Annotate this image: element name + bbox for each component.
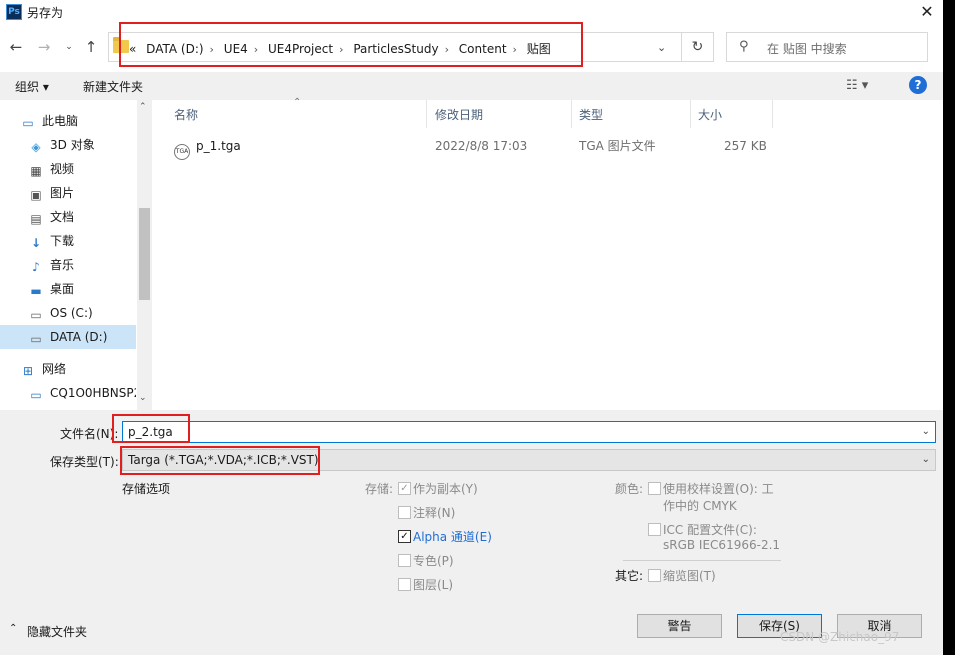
computer-icon: ▭ bbox=[22, 116, 34, 130]
filetype-label: 保存类型(T): bbox=[50, 455, 119, 469]
tga-file-icon: TGA bbox=[174, 144, 190, 160]
forward-arrow-icon[interactable]: → bbox=[35, 37, 53, 57]
back-arrow-icon[interactable]: ← bbox=[7, 37, 25, 57]
storage-label: 存储: bbox=[365, 482, 394, 496]
hide-folders-link[interactable]: 隐藏文件夹 bbox=[27, 623, 87, 640]
organize-menu-button[interactable]: 组织 ▾ bbox=[15, 78, 49, 95]
column-header-size[interactable]: 大小 bbox=[698, 100, 722, 128]
proof-setup-checkbox[interactable] bbox=[648, 482, 661, 495]
sort-ascending-icon: ⌃ bbox=[293, 97, 302, 108]
proof-setup-label: 使用校样设置(O): 工 bbox=[663, 482, 774, 496]
color-label: 颜色: bbox=[615, 482, 644, 496]
network-icon: ⊞ bbox=[22, 364, 34, 378]
window-title: 另存为 bbox=[27, 6, 64, 20]
column-divider[interactable] bbox=[690, 100, 691, 128]
alpha-channel-label: Alpha 通道(E) bbox=[413, 530, 492, 544]
recent-locations-chevron-icon[interactable]: ⌄ bbox=[60, 37, 78, 57]
desktop-icon: ▬ bbox=[30, 284, 42, 298]
file-row-modified: 2022/8/8 17:03 bbox=[435, 139, 528, 153]
file-row-name[interactable]: TGA p_1.tga bbox=[174, 136, 241, 160]
column-divider[interactable] bbox=[772, 100, 773, 128]
chevron-down-icon[interactable]: ⌄ bbox=[657, 41, 666, 54]
drive-icon: ▭ bbox=[30, 308, 42, 322]
command-bar: 组织 ▾ 新建文件夹 ☷ ▾ ? bbox=[0, 72, 943, 100]
help-icon[interactable]: ? bbox=[909, 76, 927, 94]
thumbnail-checkbox[interactable] bbox=[648, 569, 661, 582]
proof-setup-label-cont: 作中的 CMYK bbox=[663, 499, 737, 513]
navigation-pane: ▭ 此电脑 ◈ 3D 对象 ▦ 视频 ▣ 图片 ▤ 文档 ↓ 下载 ♪ 音乐 ▬ 桌面 ▭ OS … bbox=[0, 100, 152, 410]
scroll-up-icon[interactable]: ⌃ bbox=[139, 102, 147, 112]
thumbnail-label: 缩览图(T) bbox=[663, 569, 716, 583]
spot-color-checkbox[interactable] bbox=[398, 554, 411, 567]
storage-options-title: 存储选项 bbox=[122, 482, 171, 496]
view-options-icon[interactable]: ☷ ▾ bbox=[846, 78, 868, 93]
notes-checkbox[interactable] bbox=[398, 506, 411, 519]
chevron-down-icon[interactable]: ⌄ bbox=[922, 454, 930, 465]
drive-icon: ▭ bbox=[30, 332, 42, 346]
search-input[interactable]: 在 贴图 中搜索 bbox=[767, 40, 847, 57]
scrollbar-thumb[interactable] bbox=[139, 208, 150, 300]
icc-profile-label: ICC 配置文件(C): bbox=[663, 523, 757, 537]
refresh-icon[interactable]: ↻ bbox=[682, 32, 714, 62]
picture-icon: ▣ bbox=[30, 188, 42, 202]
sidebar-item-downloads[interactable]: ↓ 下载 bbox=[0, 229, 136, 253]
filename-input[interactable]: p_2.tga ⌄ bbox=[122, 421, 936, 443]
notes-label: 注释(N) bbox=[413, 506, 456, 520]
column-header-name[interactable]: 名称 bbox=[174, 100, 198, 128]
highlight-box bbox=[119, 22, 583, 67]
spot-color-label: 专色(P) bbox=[413, 554, 454, 568]
chevron-down-icon[interactable]: ⌄ bbox=[922, 426, 930, 437]
alpha-channel-checkbox[interactable]: ✓ bbox=[398, 530, 411, 543]
sidebar-item-network-computer[interactable]: ▭ CQ1O0HBNSP2 bbox=[0, 381, 136, 405]
computer-icon: ▭ bbox=[30, 388, 42, 402]
save-as-dialog: Ps 另存为 ✕ ← → ⌄ ↑ « DATA (D:) › UE4 › UE4Pr… bbox=[0, 0, 943, 655]
sidebar-item-videos[interactable]: ▦ 视频 bbox=[0, 157, 136, 181]
layers-label: 图层(L) bbox=[413, 578, 454, 592]
sidebar-item-data-d[interactable]: ▭ DATA (D:) bbox=[0, 325, 136, 349]
column-divider[interactable] bbox=[426, 100, 427, 128]
file-row-size: 257 KB bbox=[724, 139, 767, 153]
highlight-box bbox=[112, 414, 190, 443]
title-bar: Ps 另存为 ✕ bbox=[0, 0, 943, 24]
sidebar-item-music[interactable]: ♪ 音乐 bbox=[0, 253, 136, 277]
divider bbox=[623, 560, 781, 561]
highlight-box bbox=[120, 446, 320, 475]
sidebar-item-documents[interactable]: ▤ 文档 bbox=[0, 205, 136, 229]
column-header-type[interactable]: 类型 bbox=[579, 100, 603, 128]
warning-button[interactable]: 警告 bbox=[637, 614, 722, 638]
scroll-down-icon[interactable]: ⌄ bbox=[139, 393, 147, 403]
cube-icon: ◈ bbox=[31, 140, 41, 154]
sidebar-item-os-c[interactable]: ▭ OS (C:) bbox=[0, 301, 136, 325]
video-icon: ▦ bbox=[30, 164, 42, 178]
search-box[interactable]: ⚲ 在 贴图 中搜索 bbox=[726, 32, 928, 62]
column-divider[interactable] bbox=[571, 100, 572, 128]
watermark: CSDN @Zhichao_97 bbox=[780, 630, 900, 644]
other-label: 其它: bbox=[615, 569, 644, 583]
column-header-modified[interactable]: 修改日期 bbox=[435, 100, 483, 128]
search-icon: ⚲ bbox=[739, 39, 749, 54]
sidebar-item-this-pc[interactable]: ▭ 此电脑 bbox=[0, 109, 136, 133]
close-icon[interactable]: ✕ bbox=[916, 1, 938, 23]
as-copy-checkbox[interactable]: ✓ bbox=[398, 482, 411, 495]
up-arrow-icon[interactable]: ↑ bbox=[82, 37, 100, 57]
file-row-type: TGA 图片文件 bbox=[579, 139, 656, 153]
document-icon: ▤ bbox=[30, 212, 42, 226]
download-icon: ↓ bbox=[30, 236, 42, 250]
layers-checkbox[interactable] bbox=[398, 578, 411, 591]
music-icon: ♪ bbox=[32, 260, 40, 274]
new-folder-button[interactable]: 新建文件夹 bbox=[83, 78, 143, 95]
icc-profile-value: sRGB IEC61966-2.1 bbox=[663, 538, 781, 552]
icc-profile-checkbox[interactable] bbox=[648, 523, 661, 536]
sidebar-item-network[interactable]: ⊞ 网络 bbox=[0, 357, 136, 381]
filename-label: 文件名(N): bbox=[60, 427, 119, 441]
photoshop-app-icon: Ps bbox=[6, 4, 22, 20]
as-copy-label: 作为副本(Y) bbox=[413, 482, 478, 496]
chevron-up-icon[interactable]: ⌃ bbox=[9, 623, 17, 634]
sidebar-item-desktop[interactable]: ▬ 桌面 bbox=[0, 277, 136, 301]
sidebar-item-3d-objects[interactable]: ◈ 3D 对象 bbox=[0, 133, 136, 157]
sidebar-item-pictures[interactable]: ▣ 图片 bbox=[0, 181, 136, 205]
